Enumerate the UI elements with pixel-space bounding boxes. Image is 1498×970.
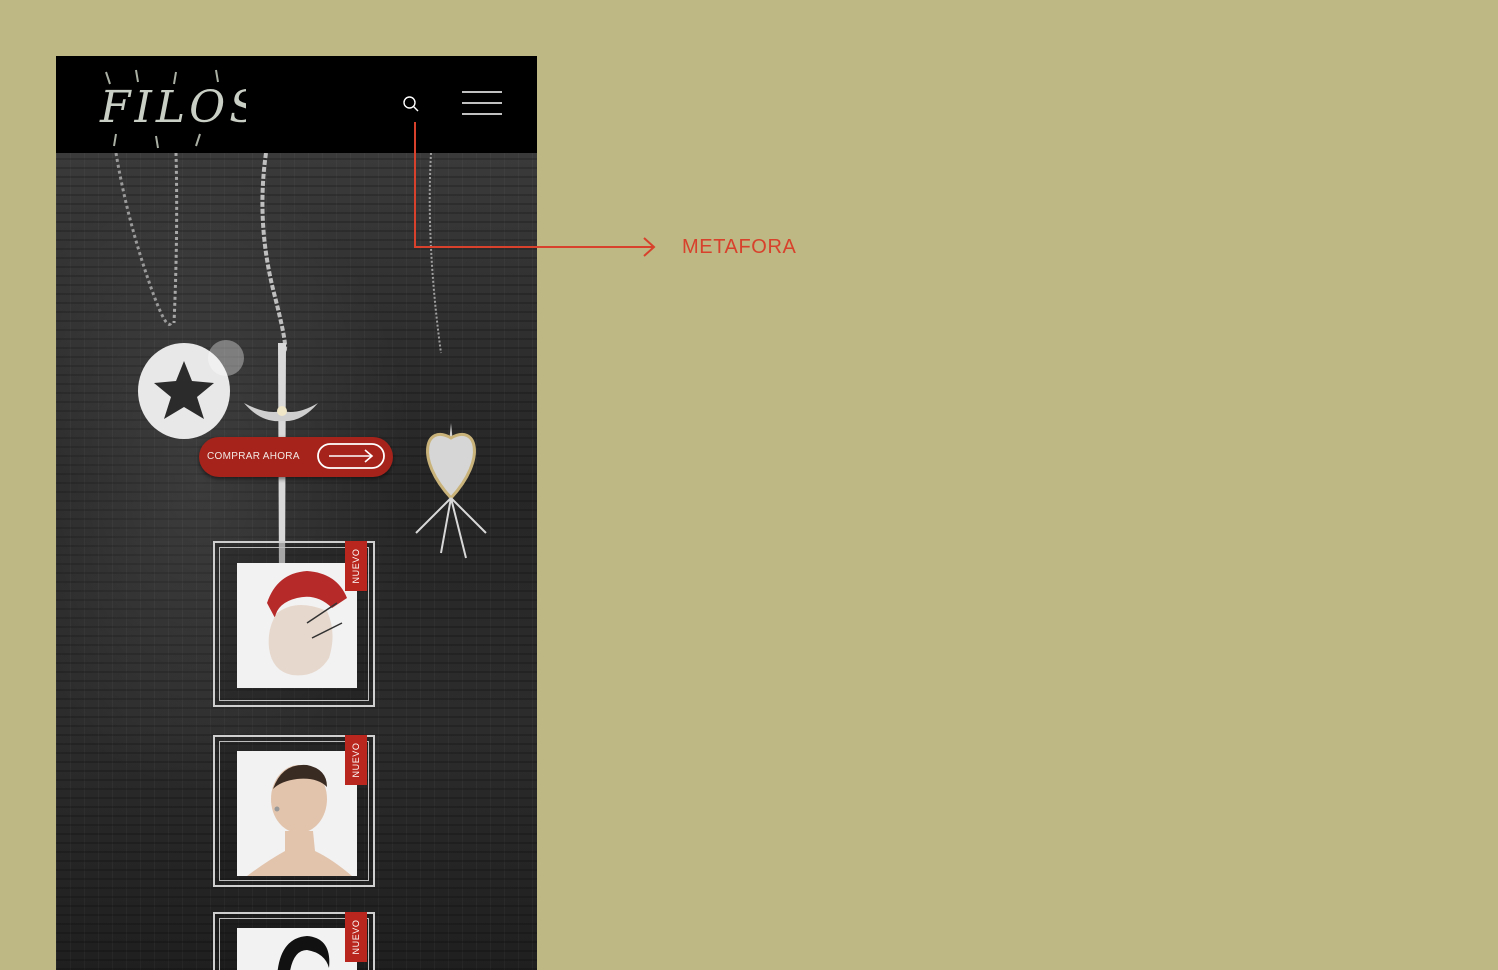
product-photo-red-mohawk (237, 563, 357, 688)
svg-text:FILOSA: FILOSA (99, 82, 246, 133)
buy-now-label: COMPRAR AHORA (207, 451, 300, 462)
search-icon[interactable] (402, 95, 420, 113)
hero-jewelry-image (114, 153, 487, 573)
new-badge: NUEVO (345, 912, 367, 962)
product-card[interactable]: NUEVO (213, 912, 375, 970)
product-card[interactable]: NUEVO (213, 735, 375, 887)
new-badge: NUEVO (345, 735, 367, 785)
product-card[interactable]: NUEVO (213, 541, 375, 707)
top-navbar: FILOSA (56, 56, 537, 153)
product-photo-short-hair-man (237, 751, 357, 876)
arrow-right-icon (317, 443, 385, 469)
mobile-screen: FILOSA COMPRAR AHORA (56, 56, 537, 970)
annotation-label: METAFORA (682, 236, 797, 258)
product-photo-black-hair (237, 928, 357, 970)
buy-now-button[interactable]: COMPRAR AHORA (199, 437, 393, 477)
hamburger-menu-icon[interactable] (460, 90, 504, 118)
new-badge: NUEVO (345, 541, 367, 591)
filosa-logo[interactable]: FILOSA (96, 64, 246, 150)
